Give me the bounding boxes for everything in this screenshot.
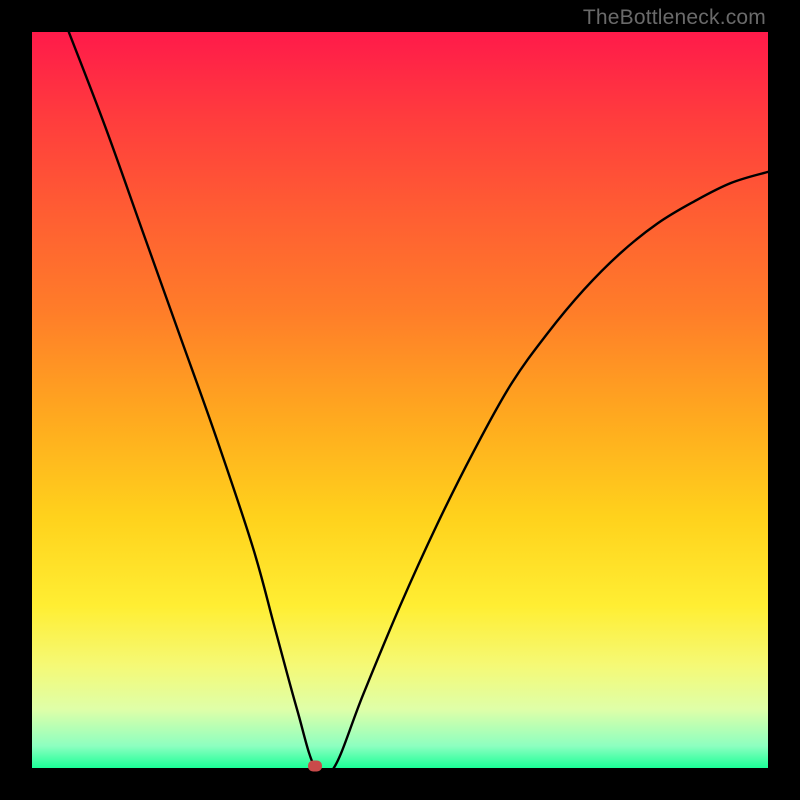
watermark-text: TheBottleneck.com [583,6,766,30]
chart-frame: TheBottleneck.com [0,0,800,800]
bottleneck-curve [32,32,768,768]
plot-area [32,32,768,768]
minimum-marker [308,761,322,772]
